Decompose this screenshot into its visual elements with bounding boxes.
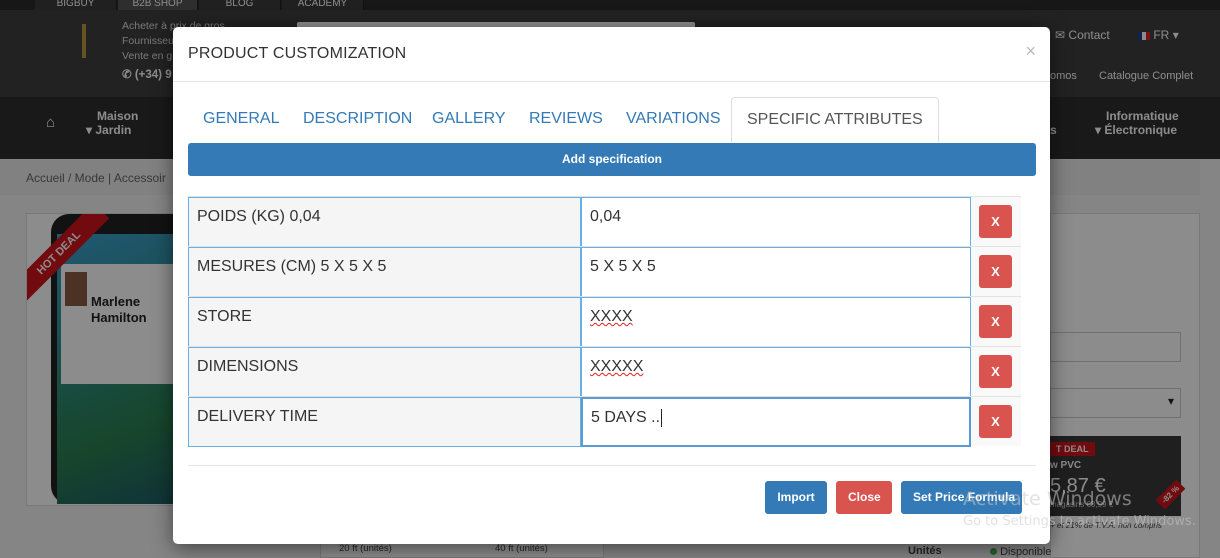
spec-name-field[interactable]: STORE	[188, 297, 581, 347]
close-button[interactable]: Close	[836, 481, 892, 514]
watermark-title: Activate Windows	[963, 488, 1132, 510]
table-row: DIMENSIONS XXXXX X	[188, 346, 1021, 397]
tab-gallery[interactable]: GALLERY	[417, 97, 521, 143]
import-button[interactable]: Import	[765, 481, 827, 514]
tab-variations[interactable]: VARIATIONS	[611, 97, 736, 143]
spec-name-field[interactable]: DELIVERY TIME	[188, 397, 581, 447]
text-caret	[661, 408, 663, 427]
modal-footer-divider	[188, 465, 1036, 466]
add-specification-button[interactable]: Add specification	[188, 143, 1036, 176]
spec-value-field[interactable]: XXXXX	[581, 347, 971, 397]
tab-specific-attributes[interactable]: SPECIFIC ATTRIBUTES	[731, 97, 939, 143]
delete-spec-button[interactable]: X	[979, 205, 1012, 238]
tab-reviews[interactable]: REVIEWS	[514, 97, 618, 143]
delete-spec-button[interactable]: X	[979, 355, 1012, 388]
spec-name-field[interactable]: MESURES (CM) 5 X 5 X 5	[188, 247, 581, 297]
modal-title: PRODUCT CUSTOMIZATION	[188, 45, 407, 62]
spec-value-field[interactable]: XXXX	[581, 297, 971, 347]
spec-value-text: 5 DAYS ..	[591, 409, 661, 426]
delete-spec-button[interactable]: X	[979, 255, 1012, 288]
table-row: MESURES (CM) 5 X 5 X 5 5 X 5 X 5 X	[188, 246, 1021, 297]
table-row: STORE XXXX X	[188, 296, 1021, 347]
spec-value-text: XXXX	[590, 308, 633, 325]
spec-value-text: XXXXX	[590, 358, 644, 375]
tab-description[interactable]: DESCRIPTION	[288, 97, 427, 143]
spec-value-field[interactable]: 0,04	[581, 197, 971, 247]
delete-spec-button[interactable]: X	[979, 305, 1012, 338]
product-customization-modal: PRODUCT CUSTOMIZATION × GENERAL DESCRIPT…	[173, 27, 1050, 544]
spec-name-field[interactable]: POIDS (KG) 0,04	[188, 197, 581, 247]
close-icon[interactable]: ×	[1025, 41, 1036, 62]
watermark-subtitle: Go to Settings to activate Windows.	[963, 514, 1196, 529]
modal-header-divider	[173, 81, 1050, 82]
spec-value-field[interactable]: 5 DAYS ..	[581, 397, 971, 447]
tab-general[interactable]: GENERAL	[188, 97, 294, 143]
delete-spec-button[interactable]: X	[979, 405, 1012, 438]
table-row: DELIVERY TIME 5 DAYS .. X	[188, 396, 1021, 447]
table-row: POIDS (KG) 0,04 0,04 X	[188, 196, 1021, 247]
spec-name-field[interactable]: DIMENSIONS	[188, 347, 581, 397]
spec-value-field[interactable]: 5 X 5 X 5	[581, 247, 971, 297]
